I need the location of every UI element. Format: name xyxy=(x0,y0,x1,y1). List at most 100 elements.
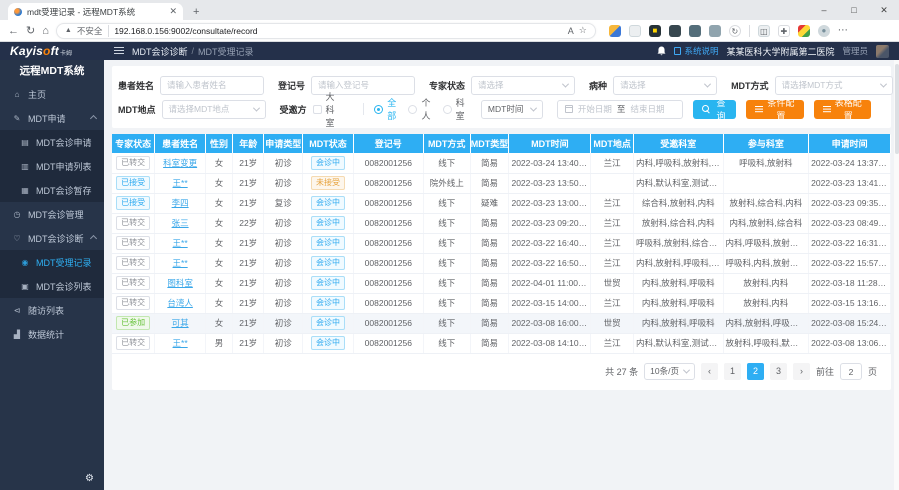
time-type-select[interactable]: MDT时间 xyxy=(481,100,543,119)
table-row[interactable]: 已接受王**女21岁初诊未接受0082001256院外线上简易2022-03-2… xyxy=(112,173,891,193)
date-range-picker[interactable]: 开始日期 至 结束日期 xyxy=(557,100,683,119)
mdt-mode-select[interactable]: 请选择MDT方式 xyxy=(775,76,893,95)
extension-icon[interactable] xyxy=(709,25,721,37)
table-row[interactable]: 已转交王**女21岁初诊会诊中0082001256线下简易2022-03-22 … xyxy=(112,233,891,253)
patient-name-link[interactable]: 李四 xyxy=(172,198,189,208)
browser-tab[interactable]: mdt受理记录 - 远程MDT系统 ✕ xyxy=(8,3,183,20)
page-button-1[interactable]: 1 xyxy=(724,363,741,380)
extension-icon[interactable] xyxy=(629,25,641,37)
column-header: 性别 xyxy=(205,134,232,153)
sidebar-item-8[interactable]: ▣MDT会诊列表 xyxy=(0,274,104,298)
patient-name-link[interactable]: 王** xyxy=(173,238,188,248)
sidebar-item-5[interactable]: ◷MDT会诊管理 xyxy=(0,202,104,226)
cell-invited-depts: 内科,默认科室,测试科室,放射科 xyxy=(634,173,724,193)
table-row[interactable]: 已转交台湾人女21岁初诊会诊中0082001256线下简易2022-03-15 … xyxy=(112,293,891,313)
cell-mode: 线下 xyxy=(423,333,470,353)
sidebar-item-4[interactable]: ▦MDT会诊暂存 xyxy=(0,178,104,202)
table-row[interactable]: 已转交张三女22岁初诊会诊中0082001256线下简易2022-03-23 0… xyxy=(112,213,891,233)
query-button[interactable]: 查询 xyxy=(693,100,736,119)
sidebar-item-0[interactable]: ⌂主页 xyxy=(0,82,104,106)
patient-name-link[interactable]: 张三 xyxy=(172,218,189,228)
cell-invited-depts: 内科,放射科,呼吸科 xyxy=(634,273,724,293)
cell-mode: 线下 xyxy=(423,273,470,293)
table-row[interactable]: 已参加可其女21岁初诊会诊中0082001256线下简易2022-03-08 1… xyxy=(112,313,891,333)
cell-expert-status: 已转交 xyxy=(112,253,155,273)
page-button-3[interactable]: 3 xyxy=(770,363,787,380)
table-row[interactable]: 已转交图科室女21岁初诊会诊中0082001256线下简易2022-04-01 … xyxy=(112,273,891,293)
date-start-input[interactable]: 开始日期 xyxy=(578,103,612,115)
table-row[interactable]: 已转交王**男21岁初诊会诊中0082001256线下简易2022-03-08 … xyxy=(112,333,891,353)
sidebar-item-3[interactable]: ▥MDT申请列表 xyxy=(0,154,104,178)
home-icon[interactable]: ⌂ xyxy=(42,25,49,37)
table-row[interactable]: 已接受李四女21岁复诊会诊中0082001256线下疑难2022-03-23 1… xyxy=(112,193,891,213)
mdt-mode-label: MDT方式 xyxy=(731,79,769,92)
sync-icon[interactable]: ↻ xyxy=(729,25,741,37)
collapse-menu-icon[interactable] xyxy=(114,47,124,55)
page-size-select[interactable]: 10条/页 xyxy=(644,363,695,380)
sidebar-item-2[interactable]: ▤MDT会诊申请 xyxy=(0,130,104,154)
user-avatar[interactable] xyxy=(876,45,889,58)
scrollbar-thumb[interactable] xyxy=(895,64,899,154)
page-button-2[interactable]: 2 xyxy=(747,363,764,380)
extension-icon[interactable] xyxy=(669,25,681,37)
patient-name-link[interactable]: 科室变更 xyxy=(163,158,197,168)
settings-gear-icon[interactable]: ⚙ xyxy=(85,473,94,484)
extension-icon[interactable]: ■ xyxy=(649,25,661,37)
sidebar-item-1[interactable]: ✎MDT申请 xyxy=(0,106,104,130)
prev-page-button[interactable]: ‹ xyxy=(701,363,718,380)
window-close-icon[interactable]: ✕ xyxy=(869,0,899,20)
patient-name-link[interactable]: 台湾人 xyxy=(167,298,193,308)
extension-icon[interactable] xyxy=(689,25,701,37)
notification-bell-icon[interactable] xyxy=(657,46,666,56)
browser-menu-icon[interactable]: ⋯ xyxy=(838,25,849,36)
window-minimize-icon[interactable]: – xyxy=(809,0,839,20)
next-page-button[interactable]: › xyxy=(793,363,810,380)
new-tab-button[interactable]: + xyxy=(193,6,199,20)
patient-name-link[interactable]: 图科室 xyxy=(167,278,193,288)
date-end-input[interactable]: 结束日期 xyxy=(630,103,664,115)
sidebar-item-9[interactable]: ⊲随访列表 xyxy=(0,298,104,322)
sidebar-item-7[interactable]: ◉MDT受理记录 xyxy=(0,250,104,274)
extension-icon[interactable] xyxy=(798,25,810,37)
chevron-down-icon xyxy=(252,104,259,111)
patient-name-link[interactable]: 王** xyxy=(173,178,188,188)
sidebar-item-10[interactable]: ▟数据统计 xyxy=(0,322,104,346)
window-maximize-icon[interactable]: □ xyxy=(839,0,869,20)
patient-name-link[interactable]: 可其 xyxy=(172,318,189,328)
patient-name-link[interactable]: 王** xyxy=(173,258,188,268)
radio-option-全部[interactable]: 全部 xyxy=(374,96,398,122)
table-config-button[interactable]: 表格配置 xyxy=(814,100,871,119)
extension-icon[interactable] xyxy=(609,25,621,37)
tab-close-icon[interactable]: ✕ xyxy=(169,6,177,17)
patient-name-link[interactable]: 王** xyxy=(173,338,188,348)
expert-status-select[interactable]: 请选择 xyxy=(471,76,575,95)
condition-config-button[interactable]: 条件配置 xyxy=(746,100,803,119)
big-dept-checkbox[interactable] xyxy=(313,105,322,114)
split-screen-icon[interactable]: ◫ xyxy=(758,25,770,37)
mdt-location-select[interactable]: 请选择MDT地点 xyxy=(162,100,266,119)
cell-mdt-status: 会诊中 xyxy=(303,153,354,173)
cell-invited-depts: 内科,呼吸科,放射科,综合科 xyxy=(634,153,724,173)
table-row[interactable]: 已转交科室变更女21岁初诊会诊中0082001256线下简易2022-03-24… xyxy=(112,153,891,173)
system-note-link[interactable]: 系统说明 xyxy=(674,45,718,57)
refresh-icon[interactable]: ↻ xyxy=(26,24,35,37)
table-row[interactable]: 已转交王**女21岁初诊会诊中0082001256线下简易2022-03-22 … xyxy=(112,253,891,273)
browser-profile-icon[interactable]: ● xyxy=(818,25,830,37)
favorite-star-icon[interactable]: ☆ xyxy=(579,25,587,36)
cell-apply-time: 2022-03-23 08:49:53 xyxy=(809,213,891,233)
home-icon: ⌂ xyxy=(12,90,22,99)
disease-select[interactable]: 请选择 xyxy=(613,76,717,95)
cell-apply-type: 初诊 xyxy=(264,313,303,333)
cell-age: 21岁 xyxy=(233,193,264,213)
radio-option-科室[interactable]: 科室 xyxy=(443,96,467,122)
patient-name-input[interactable]: 请输入患者姓名 xyxy=(160,76,264,95)
radio-option-个人[interactable]: 个人 xyxy=(408,96,432,122)
sidebar-item-6[interactable]: ♡MDT会诊诊断 xyxy=(0,226,104,250)
back-icon[interactable]: ← xyxy=(8,25,19,37)
url-field[interactable]: ▲ 不安全 192.168.0.156:9002/consultate/reco… xyxy=(56,23,596,39)
extensions-puzzle-icon[interactable]: ✚ xyxy=(778,25,790,37)
goto-page-input[interactable]: 2 xyxy=(840,363,862,380)
scrollbar[interactable] xyxy=(894,60,899,490)
cell-expert-status: 已转交 xyxy=(112,273,155,293)
read-aloud-icon[interactable]: A xyxy=(568,26,574,36)
